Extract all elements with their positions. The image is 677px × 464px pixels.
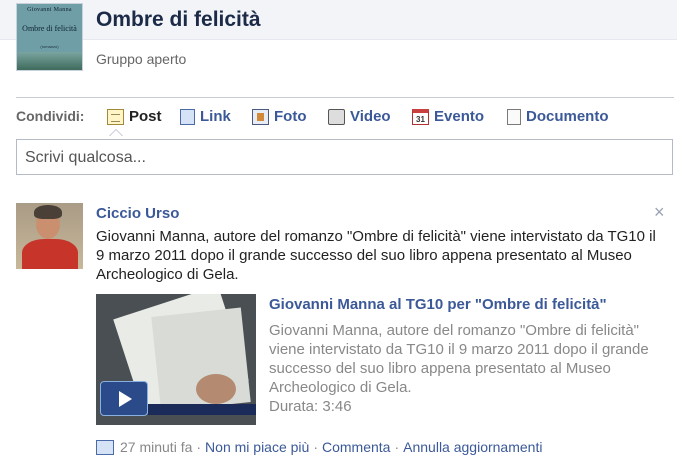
video-duration: Durata: 3:46 <box>269 398 352 415</box>
share-document-tab[interactable]: Documento <box>507 108 609 125</box>
unsubscribe-link[interactable]: Annulla aggiornamenti <box>403 439 542 455</box>
share-event-label: Evento <box>434 108 485 125</box>
share-document-label: Documento <box>526 108 609 125</box>
separator: · <box>196 439 202 455</box>
cover-title: Ombre di felicità <box>22 24 77 33</box>
group-title[interactable]: Ombre di felicità <box>96 8 261 32</box>
group-privacy-label: Gruppo aperto <box>96 51 187 67</box>
share-event-tab[interactable]: 31 Evento <box>412 108 484 125</box>
share-photo-label: Foto <box>274 108 307 125</box>
video-camera-icon <box>328 108 345 125</box>
play-button-icon[interactable] <box>100 381 148 416</box>
share-post-tab[interactable]: Post <box>107 108 162 125</box>
video-description-text: Giovanni Manna, autore del romanzo "Ombr… <box>269 322 649 396</box>
share-post-label: Post <box>129 108 162 125</box>
share-link-label: Link <box>200 108 231 125</box>
divider <box>16 97 674 98</box>
link-icon <box>180 108 195 125</box>
calendar-icon: 31 <box>412 108 429 125</box>
avatar-body <box>22 239 78 269</box>
cover-subtitle: (romanzo) <box>40 44 59 49</box>
thumbnail-hand <box>196 374 236 404</box>
cover-landscape <box>17 52 82 70</box>
share-link-tab[interactable]: Link <box>180 108 231 125</box>
post-author-link[interactable]: Ciccio Urso <box>96 205 179 222</box>
composer-input[interactable]: Scrivi qualcosa... <box>16 139 673 175</box>
cover-author: Giovanni Manna <box>27 7 72 13</box>
separator: · <box>394 439 400 455</box>
post-message: Giovanni Manna, autore del romanzo "Ombr… <box>96 228 656 283</box>
video-description: Giovanni Manna, autore del romanzo "Ombr… <box>269 321 669 416</box>
comment-link[interactable]: Commenta <box>322 439 390 455</box>
share-video-tab[interactable]: Video <box>328 108 391 125</box>
active-tab-caret <box>109 129 123 136</box>
avatar[interactable] <box>16 203 83 269</box>
share-photo-tab[interactable]: Foto <box>252 108 306 125</box>
group-cover-image[interactable]: Giovanni Manna Ombre di felicità (romanz… <box>16 3 83 71</box>
share-video-label: Video <box>350 108 391 125</box>
post-timestamp[interactable]: 27 minuti fa <box>120 439 192 455</box>
photo-icon <box>252 108 269 125</box>
close-icon[interactable]: × <box>654 202 665 223</box>
separator: · <box>313 439 318 455</box>
post-icon <box>107 108 124 125</box>
post-footer: 27 minuti fa · Non mi piace più · Commen… <box>96 439 542 455</box>
video-title-link[interactable]: Giovanni Manna al TG10 per "Ombre di fel… <box>269 296 607 313</box>
avatar-hair <box>34 205 62 219</box>
unlike-link[interactable]: Non mi piace più <box>205 439 309 455</box>
link-share-icon <box>96 439 114 455</box>
document-icon <box>507 108 521 125</box>
thumbnail-banner <box>148 404 256 415</box>
share-label: Condividi: <box>16 108 85 124</box>
